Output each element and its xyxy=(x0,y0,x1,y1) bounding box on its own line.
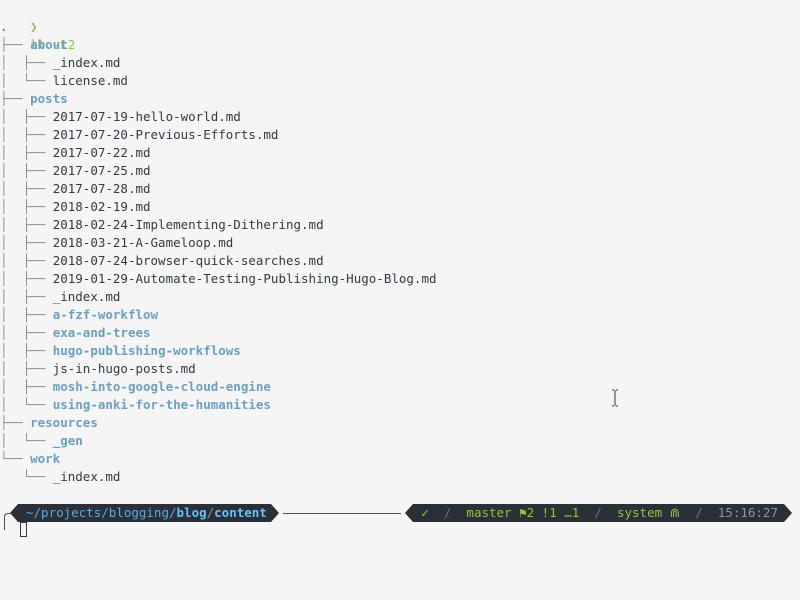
git-status: ⚑2 !1 …1 xyxy=(519,505,580,520)
directory-name: resources xyxy=(30,415,98,430)
tree-branch-glyph: │ ├── xyxy=(0,253,53,268)
status-bar: ~/projects/blogging/blog/content ✓ / mas… xyxy=(0,504,800,522)
tree-row: │ ├── 2017-07-25.md xyxy=(0,162,151,180)
file-name: _index.md xyxy=(52,469,121,484)
prompt-chevron-icon: ❯ xyxy=(30,19,38,34)
file-name: 2017-07-19-hello-world.md xyxy=(52,109,241,124)
file-name: js-in-hugo-posts.md xyxy=(52,361,196,376)
tree-row: │ ├── 2017-07-20-Previous-Efforts.md xyxy=(0,126,278,144)
tree-branch-glyph: │ ├── xyxy=(0,181,53,196)
tree-row: │ ├── 2018-07-24-browser-quick-searches.… xyxy=(0,252,324,270)
tree-branch-glyph: └── xyxy=(0,469,53,484)
directory-name: hugo-publishing-workflows xyxy=(52,343,241,358)
tree-branch-glyph: │ ├── xyxy=(0,289,53,304)
tree-branch-glyph: │ ├── xyxy=(0,271,53,286)
tree-row: ├── resources xyxy=(0,414,98,432)
tree-row: │ ├── 2017-07-22.md xyxy=(0,144,151,162)
file-name: 2018-03-21-A-Gameloop.md xyxy=(52,235,234,250)
file-name: _index.md xyxy=(52,289,121,304)
tree-row: │ ├── a-fzf-workflow xyxy=(0,306,158,324)
directory-name: a-fzf-workflow xyxy=(52,307,159,322)
directory-name: mosh-into-google-cloud-engine xyxy=(52,379,271,394)
cwd-path-prefix: ~/projects/blogging/ xyxy=(26,505,177,520)
tree-row: │ ├── mosh-into-google-cloud-engine xyxy=(0,378,271,396)
tree-row: │ ├── exa-and-trees xyxy=(0,324,151,342)
tree-branch-glyph: │ ├── xyxy=(0,307,53,322)
tree-branch-glyph: │ ├── xyxy=(0,379,53,394)
directory-name: exa-and-trees xyxy=(52,325,151,340)
directory-name: _gen xyxy=(52,433,83,448)
file-name: 2018-07-24-browser-quick-searches.md xyxy=(52,253,324,268)
terminal-window[interactable]: ❯ ll -L2 . ├── about │ ├── _index.md │ └──… xyxy=(0,0,800,600)
tree-branch-glyph: │ ├── xyxy=(0,343,53,358)
tree-row: │ ├── _index.md xyxy=(0,288,120,306)
tree-branch-glyph: └── xyxy=(0,451,31,466)
tree-branch-glyph: │ ├── xyxy=(0,163,53,178)
file-name: 2018-02-24-Implementing-Dithering.md xyxy=(52,217,324,232)
cwd-path-content: content xyxy=(214,505,267,520)
tree-branch-glyph: │ ├── xyxy=(0,55,53,70)
tree-row: └── _index.md xyxy=(0,468,121,486)
tree-row: │ └── license.md xyxy=(0,72,128,90)
status-right-cap-icon xyxy=(784,504,792,522)
tree-row: └── work xyxy=(0,450,60,468)
file-name: 2017-07-25.md xyxy=(52,163,151,178)
file-name: _index.md xyxy=(52,55,121,70)
ibeam-cursor-icon xyxy=(612,389,618,407)
tree-branch-glyph: │ └── xyxy=(0,397,53,412)
status-filler-rule xyxy=(283,513,401,514)
tree-row: │ ├── 2019-01-29-Automate-Testing-Publis… xyxy=(0,270,437,288)
tree-branch-glyph: │ ├── xyxy=(0,109,53,124)
right-segment-arrow-icon xyxy=(405,504,413,522)
python-env: system xyxy=(616,505,663,520)
exit-ok-icon: ✓ xyxy=(421,505,429,520)
file-name: 2017-07-28.md xyxy=(52,181,151,196)
tree-branch-glyph: │ └── xyxy=(0,73,53,88)
tree-row: │ ├── js-in-hugo-posts.md xyxy=(0,360,196,378)
right-status-segment: ✓ / master ⚑2 !1 …1 / system ⋒ / 15:16:2… xyxy=(413,504,784,522)
tree-branch-glyph: │ ├── xyxy=(0,325,53,340)
file-name: 2019-01-29-Automate-Testing-Publishing-H… xyxy=(52,271,437,286)
directory-name: posts xyxy=(30,91,68,106)
tree-branch-glyph: │ ├── xyxy=(0,361,53,376)
tree-branch-glyph: │ ├── xyxy=(0,235,53,250)
tree-row: │ ├── hugo-publishing-workflows xyxy=(0,342,241,360)
file-name: license.md xyxy=(52,73,128,88)
tree-row: │ └── using-anki-for-the-humanities xyxy=(0,396,271,414)
clock-time: 15:16:27 xyxy=(717,505,778,520)
prompt-bracket-icon xyxy=(4,513,13,530)
tree-branch-glyph: │ ├── xyxy=(0,145,53,160)
cwd-segment-arrow-icon xyxy=(271,504,279,522)
tree-branch-glyph: ├── xyxy=(0,37,31,52)
tree-branch-glyph: │ └── xyxy=(0,433,53,448)
tree-row: ├── posts xyxy=(0,90,68,108)
tree-root: . xyxy=(0,19,8,34)
tree-branch-glyph: │ ├── xyxy=(0,217,53,232)
tree-row: │ ├── 2017-07-19-hello-world.md xyxy=(0,108,241,126)
tree-branch-glyph: │ ├── xyxy=(0,199,53,214)
text-cursor[interactable] xyxy=(20,522,27,537)
tree-branch-glyph: ├── xyxy=(0,91,31,106)
file-name: 2017-07-22.md xyxy=(52,145,151,160)
env-icon: ⋒ xyxy=(669,505,681,520)
cwd-segment: ~/projects/blogging/blog/content xyxy=(18,504,271,522)
tree-branch-glyph: │ ├── xyxy=(0,127,53,142)
tree-row: │ ├── 2018-02-19.md xyxy=(0,198,151,216)
file-name: 2017-07-20-Previous-Efforts.md xyxy=(52,127,279,142)
tree-row: │ ├── 2018-02-24-Implementing-Dithering.… xyxy=(0,216,324,234)
command-line: ❯ ll -L2 xyxy=(0,0,75,52)
directory-name: work xyxy=(30,451,61,466)
cwd-path-blog: blog xyxy=(176,505,207,520)
tree-row: ├── about xyxy=(0,36,68,54)
tree-row: │ ├── 2018-03-21-A-Gameloop.md xyxy=(0,234,233,252)
tree-row: │ ├── _index.md xyxy=(0,54,120,72)
directory-name: using-anki-for-the-humanities xyxy=(52,397,271,412)
tree-row: │ └── _gen xyxy=(0,432,83,450)
directory-name: about xyxy=(30,37,68,52)
tree-branch-glyph: ├── xyxy=(0,415,31,430)
tree-row: │ ├── 2017-07-28.md xyxy=(0,180,151,198)
file-name: 2018-02-19.md xyxy=(52,199,151,214)
git-branch: master xyxy=(466,505,512,520)
